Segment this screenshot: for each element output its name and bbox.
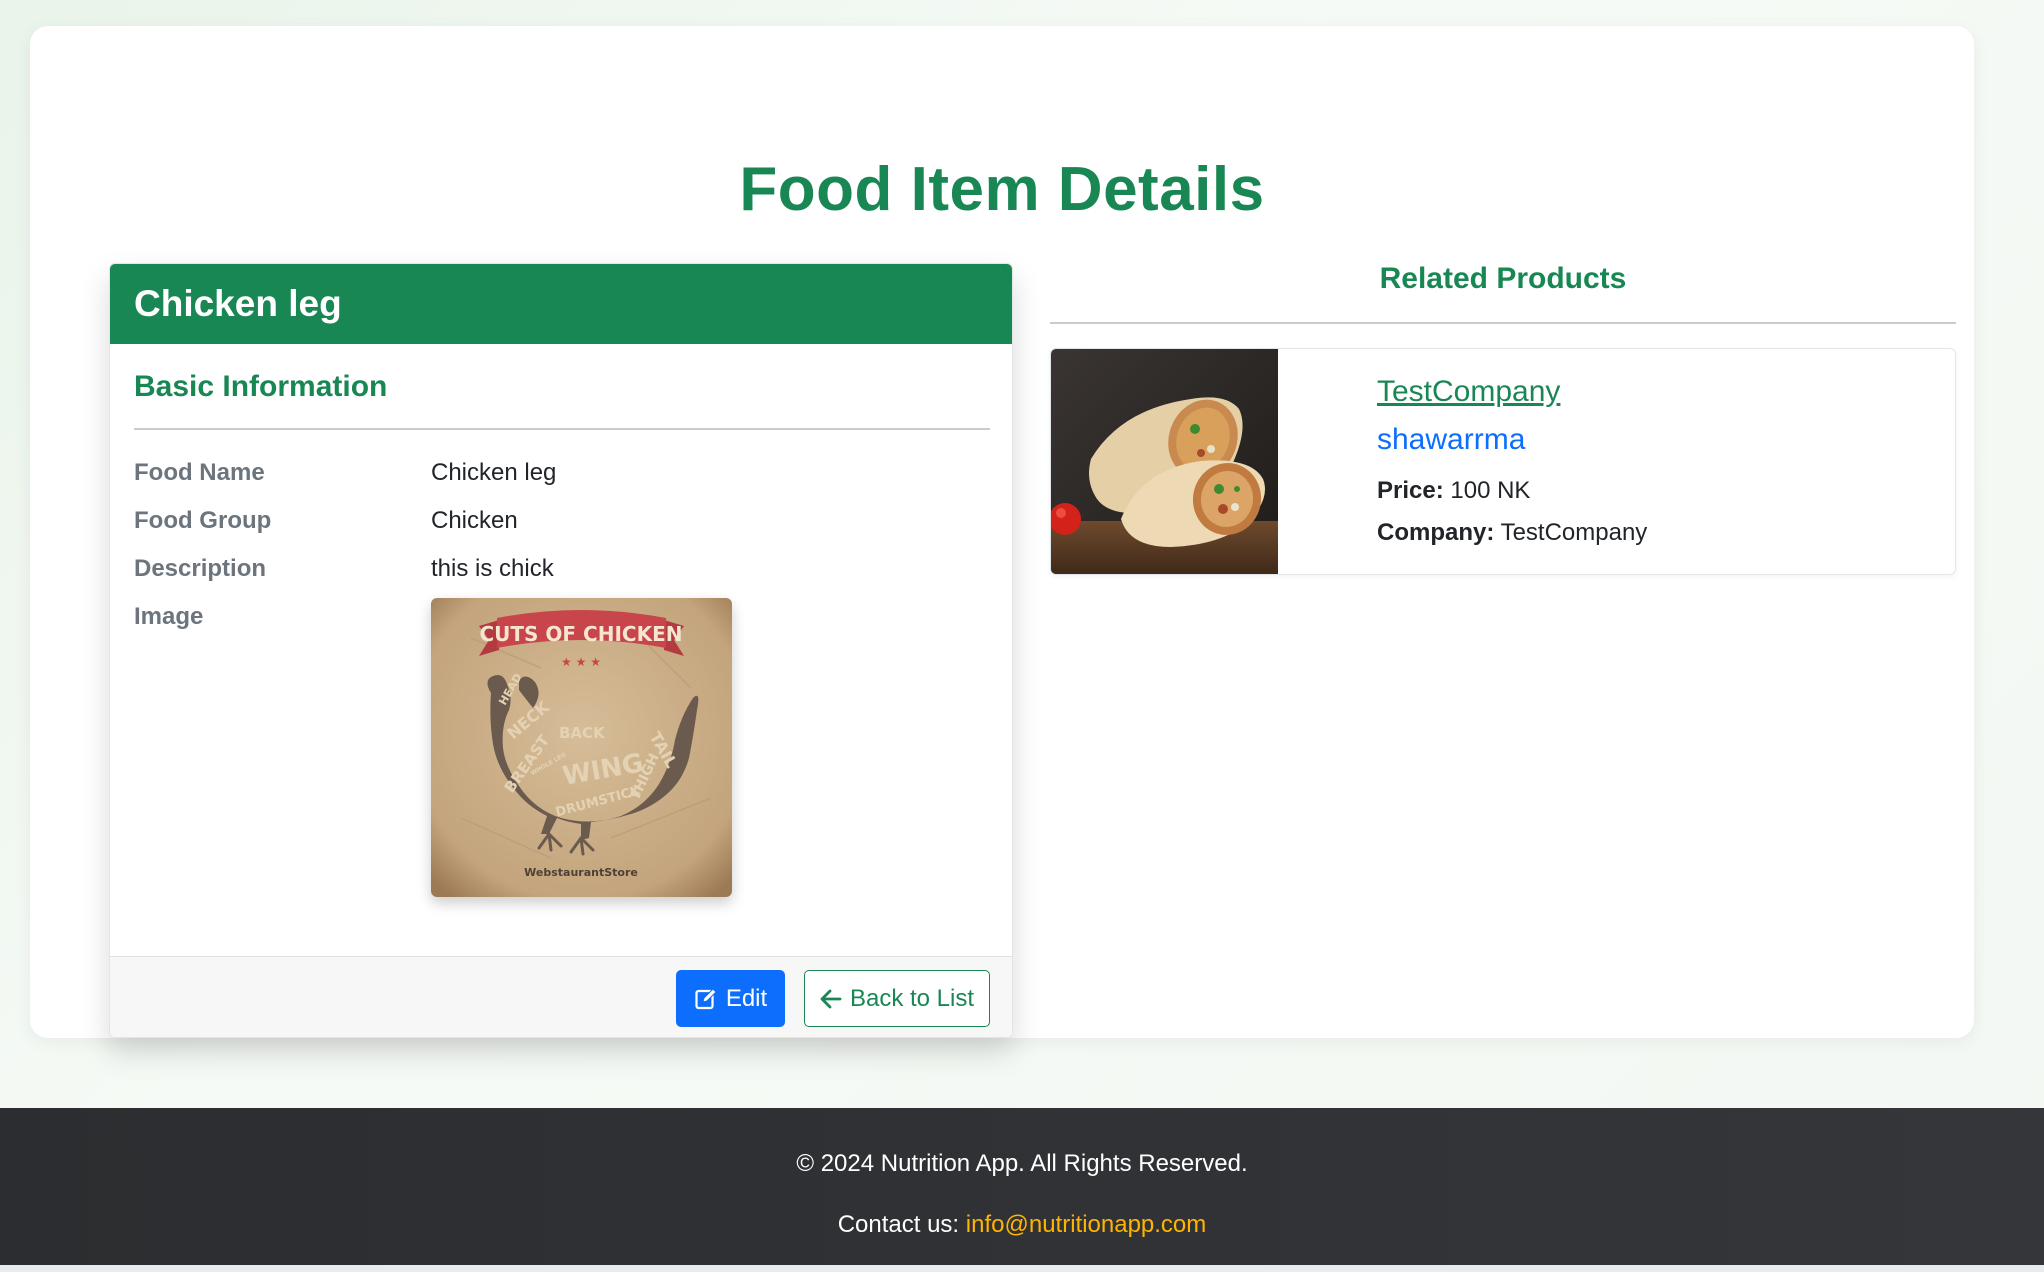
food-name-value: Chicken leg <box>431 459 557 486</box>
related-divider <box>1050 322 1956 324</box>
svg-text:WebstaurantStore: WebstaurantStore <box>524 866 638 879</box>
footer-contact: Contact us: info@nutritionapp.com <box>0 1211 2044 1239</box>
edit-button-label: Edit <box>725 984 768 1012</box>
chicken-cuts-poster-icon: CUTS OF CHICKEN ★ ★ ★ HEAD NECK BACK TAI… <box>431 598 732 897</box>
main-content-card: Food Item Details Chicken leg Basic Info… <box>30 26 1974 1038</box>
product-company-link[interactable]: TestCompany <box>1377 375 1560 409</box>
food-group-label: Food Group <box>134 507 272 534</box>
company-label: Company: <box>1377 519 1495 546</box>
back-to-list-label: Back to List <box>849 984 975 1012</box>
svg-text:CUTS OF CHICKEN: CUTS OF CHICKEN <box>480 622 683 646</box>
product-name[interactable]: shawarrma <box>1377 423 1525 457</box>
contact-label: Contact us: <box>837 1211 960 1238</box>
description-value: this is chick <box>431 555 554 582</box>
related-product-card[interactable]: TestCompany shawarrma Price: 100 NK Comp… <box>1050 348 1956 575</box>
description-label: Description <box>134 555 267 582</box>
detail-card-footer: Edit Back to List <box>110 956 1012 1037</box>
product-company: Company: TestCompany <box>1377 519 1647 547</box>
product-price: Price: 100 NK <box>1377 477 1530 505</box>
related-products-heading: Related Products <box>1379 262 1627 295</box>
page-title: Food Item Details <box>739 155 1265 224</box>
edit-icon <box>695 987 717 1009</box>
image-label: Image <box>134 603 204 630</box>
food-detail-card: Chicken leg Basic Information Food Name … <box>109 263 1013 1038</box>
footer-copyright: © 2024 Nutrition App. All Rights Reserve… <box>796 1150 1248 1177</box>
food-group-value: Chicken <box>431 507 518 534</box>
bottom-edge <box>0 1265 2044 1272</box>
edit-button[interactable]: Edit <box>676 970 785 1027</box>
product-image <box>1051 349 1278 574</box>
food-image: CUTS OF CHICKEN ★ ★ ★ HEAD NECK BACK TAI… <box>431 598 732 897</box>
price-value: 100 NK <box>1450 477 1531 504</box>
arrow-left-icon <box>820 989 842 1008</box>
svg-text:BACK: BACK <box>559 724 606 742</box>
price-label: Price: <box>1377 477 1444 504</box>
basic-information-heading: Basic Information <box>134 370 388 403</box>
back-to-list-button[interactable]: Back to List <box>804 970 990 1027</box>
contact-email-link[interactable]: info@nutritionapp.com <box>966 1211 1207 1238</box>
food-name-label: Food Name <box>134 459 265 486</box>
site-footer: © 2024 Nutrition App. All Rights Reserve… <box>0 1108 2044 1265</box>
svg-text:★ ★ ★: ★ ★ ★ <box>561 655 601 669</box>
shawarma-photo-icon <box>1051 349 1278 574</box>
food-detail-header: Chicken leg <box>110 264 1012 344</box>
company-value: TestCompany <box>1500 519 1648 546</box>
section-divider <box>134 428 990 430</box>
